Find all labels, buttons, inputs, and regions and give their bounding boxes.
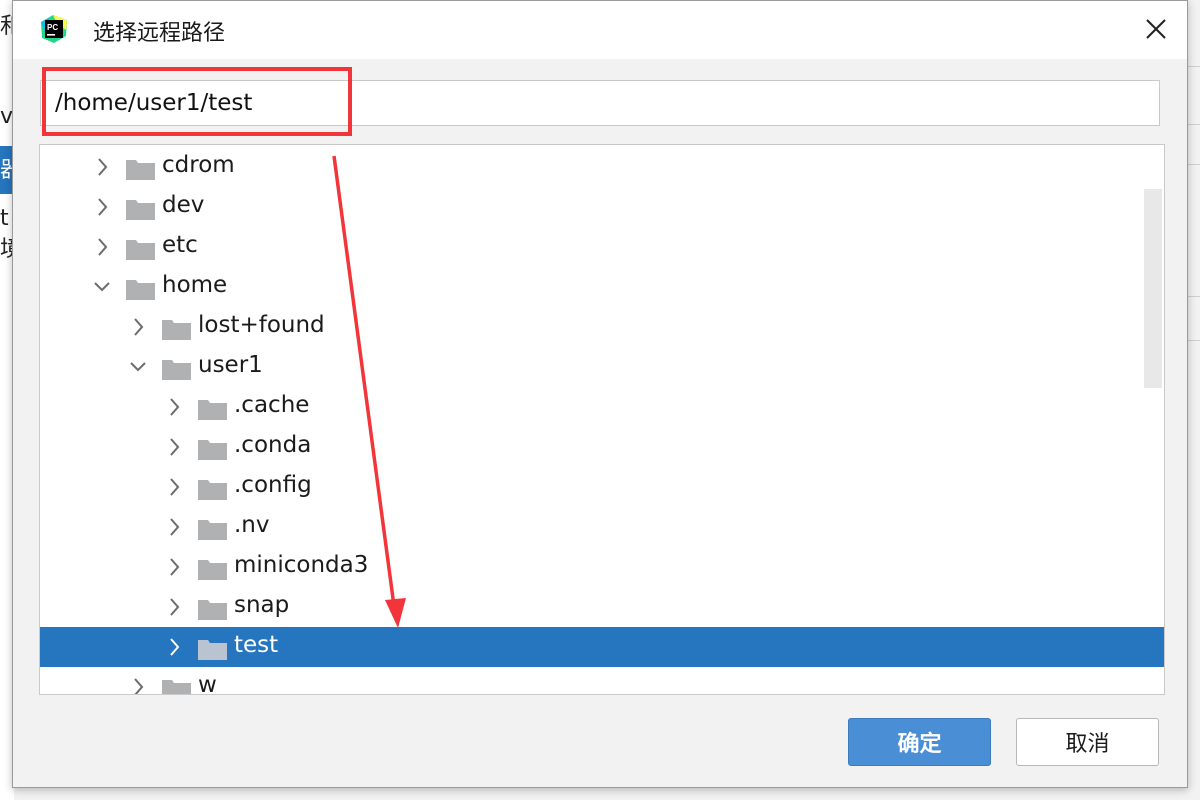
folder-icon (126, 160, 155, 180)
folder-icon (126, 200, 155, 220)
chevron-right-icon[interactable] (92, 195, 112, 219)
tree-row[interactable]: lost+found (40, 307, 1164, 347)
folder-icon (162, 320, 191, 340)
tree-row-label: .nv (234, 512, 270, 538)
background-divider (1186, 296, 1200, 297)
chevron-right-icon[interactable] (164, 595, 184, 619)
tree-row-label: .conda (234, 432, 312, 458)
tree-row-label: home (162, 272, 228, 298)
close-icon[interactable] (1139, 11, 1173, 47)
folder-icon (198, 480, 227, 500)
tree-scrollbar[interactable] (1144, 189, 1162, 388)
folder-icon (126, 240, 155, 260)
directory-tree[interactable]: cdrom dev etc home lost+found user1 .cache .con… (39, 144, 1165, 695)
dialog-titlebar: PC 选择远程路径 (13, 1, 1187, 59)
chevron-right-icon[interactable] (164, 435, 184, 459)
tree-row[interactable]: .config (40, 467, 1164, 507)
tree-row-label: dev (162, 192, 205, 218)
background-divider (1186, 164, 1200, 165)
chevron-right-icon[interactable] (92, 235, 112, 259)
chevron-right-icon[interactable] (164, 395, 184, 419)
tree-row-label: user1 (198, 352, 263, 378)
tree-row[interactable]: dev (40, 187, 1164, 227)
pycharm-icon: PC (41, 15, 67, 43)
folder-icon (198, 640, 227, 660)
cancel-button[interactable]: 取消 (1016, 718, 1159, 766)
folder-icon (198, 520, 227, 540)
tree-row[interactable]: test (40, 627, 1164, 667)
folder-icon (162, 680, 191, 694)
tree-row-label: cdrom (162, 152, 235, 178)
tree-row[interactable]: user1 (40, 347, 1164, 387)
tree-row[interactable]: .cache (40, 387, 1164, 427)
tree-row-label: etc (162, 232, 198, 258)
background-divider (1186, 66, 1200, 67)
tree-row[interactable]: snap (40, 587, 1164, 627)
background-window-right (1186, 0, 1200, 800)
folder-icon (198, 600, 227, 620)
tree-row[interactable]: miniconda3 (40, 547, 1164, 587)
tree-row-label: miniconda3 (234, 552, 369, 578)
chevron-right-icon[interactable] (92, 155, 112, 179)
tree-row[interactable]: home (40, 267, 1164, 307)
chevron-right-icon[interactable] (164, 635, 184, 659)
remote-path-dialog: PC 选择远程路径 cdrom dev etc home lost+found user1… (12, 0, 1188, 788)
dialog-title: 选择远程路径 (93, 21, 226, 46)
background-divider (1186, 340, 1200, 341)
tree-row[interactable]: w (40, 667, 1164, 695)
tree-row[interactable]: .nv (40, 507, 1164, 547)
folder-icon (198, 400, 227, 420)
chevron-down-icon[interactable] (92, 275, 112, 299)
tree-row-label: lost+found (198, 312, 325, 338)
chevron-right-icon[interactable] (164, 515, 184, 539)
chevron-right-icon[interactable] (164, 555, 184, 579)
tree-row-label: test (234, 632, 279, 658)
folder-icon (198, 440, 227, 460)
chevron-right-icon[interactable] (128, 675, 148, 695)
tree-row-label: w (198, 672, 217, 695)
tree-row[interactable]: .conda (40, 427, 1164, 467)
tree-row[interactable]: etc (40, 227, 1164, 267)
tree-row[interactable]: cdrom (40, 147, 1164, 187)
chevron-down-icon[interactable] (128, 355, 148, 379)
tree-row-label: snap (234, 592, 290, 618)
chevron-right-icon[interactable] (128, 315, 148, 339)
tree-row-label: .config (234, 472, 312, 498)
folder-icon (162, 360, 191, 380)
background-divider (1186, 124, 1200, 125)
chevron-right-icon[interactable] (164, 475, 184, 499)
svg-text:PC: PC (47, 23, 58, 32)
folder-icon (198, 560, 227, 580)
ok-button[interactable]: 确定 (848, 718, 991, 766)
folder-icon (126, 280, 155, 300)
tree-row-label: .cache (234, 392, 310, 418)
path-input[interactable] (40, 80, 1160, 126)
